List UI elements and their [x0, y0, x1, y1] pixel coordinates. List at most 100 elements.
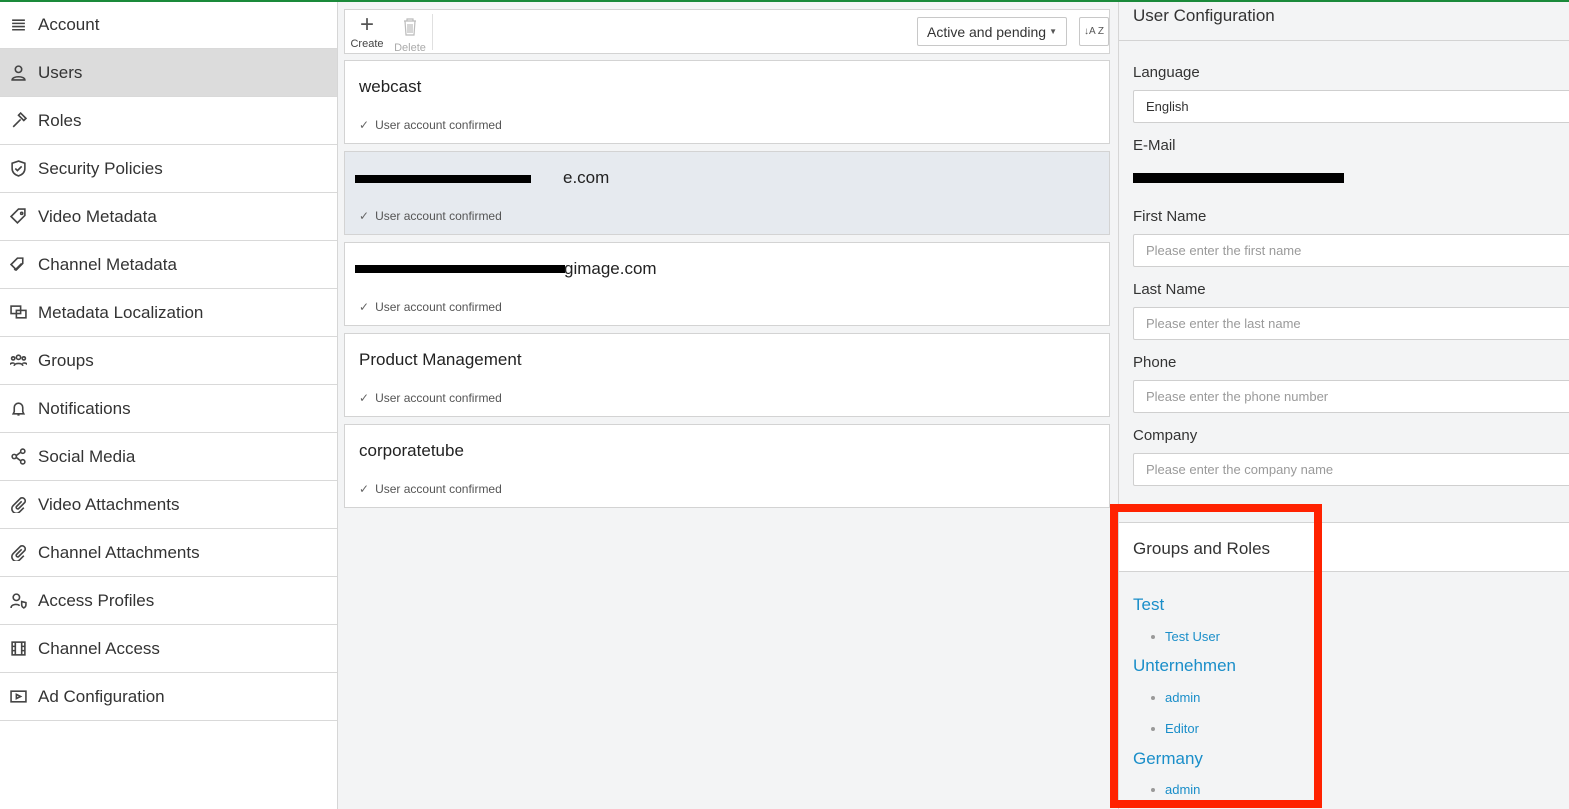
sidebar-item-label: Video Metadata	[38, 206, 157, 226]
email-redacted-value	[1133, 173, 1344, 183]
user-name: Product Management	[359, 350, 522, 369]
role-label: admin	[1165, 690, 1201, 705]
sidebar-item-social-media[interactable]: Social Media	[0, 433, 337, 481]
language-select[interactable]: English	[1133, 90, 1569, 123]
chat-icon	[8, 303, 28, 323]
sidebar-item-label: Channel Metadata	[38, 254, 177, 274]
user-name: e.com	[563, 168, 610, 187]
sidebar-item-roles[interactable]: Roles	[0, 97, 337, 145]
sidebar-item-label: Account	[38, 15, 100, 34]
sort-button[interactable]: ↓A Z	[1079, 17, 1109, 46]
last-name-label: Last Name	[1133, 281, 1206, 298]
group-link-germany[interactable]: Germany	[1133, 749, 1203, 769]
sidebar: Account Users Roles Security Policies Vi…	[0, 2, 338, 809]
phone-label: Phone	[1133, 354, 1177, 371]
divider	[1119, 40, 1569, 41]
user-status: ✓ User account confirmed	[359, 209, 502, 223]
sidebar-item-metadata-localization[interactable]: Metadata Localization	[0, 289, 337, 337]
language-value: English	[1146, 99, 1189, 114]
role-label: admin	[1165, 782, 1201, 797]
redaction-bar	[355, 265, 565, 273]
sidebar-item-security-policies[interactable]: Security Policies	[0, 145, 337, 193]
user-shield-icon	[8, 591, 28, 611]
sidebar-item-label: Channel Access	[38, 638, 160, 658]
bullet-icon	[1151, 787, 1155, 792]
check-icon: ✓	[359, 118, 370, 132]
user-status: ✓ User account confirmed	[359, 300, 502, 314]
role-link[interactable]: admin	[1151, 690, 1200, 705]
trash-icon	[402, 12, 418, 42]
bullet-icon	[1151, 634, 1155, 639]
sidebar-item-groups[interactable]: Groups	[0, 337, 337, 385]
sidebar-item-channel-metadata[interactable]: Channel Metadata	[0, 241, 337, 289]
sidebar-item-label: Groups	[38, 350, 94, 370]
sidebar-item-channel-attachments[interactable]: Channel Attachments	[0, 529, 337, 577]
hammer-icon	[8, 111, 28, 131]
sidebar-item-label: Access Profiles	[38, 590, 155, 610]
user-card[interactable]: e.com ✓ User account confirmed	[344, 151, 1110, 235]
plus-icon: +	[359, 11, 374, 38]
user-status-text: User account confirmed	[375, 209, 502, 223]
sidebar-item-notifications[interactable]: Notifications	[0, 385, 337, 433]
sidebar-item-channel-access[interactable]: Channel Access	[0, 625, 337, 673]
caret-down-icon: ▼	[1049, 27, 1057, 36]
bell-icon	[8, 399, 28, 419]
sidebar-item-video-attachments[interactable]: Video Attachments	[0, 481, 337, 529]
user-configuration-panel: User Configuration Language English E-Ma…	[1118, 2, 1569, 809]
check-icon: ✓	[359, 300, 370, 314]
first-name-field[interactable]	[1133, 234, 1569, 267]
user-status: ✓ User account confirmed	[359, 118, 502, 132]
group-link-unternehmen[interactable]: Unternehmen	[1133, 656, 1236, 676]
user-status-text: User account confirmed	[375, 118, 502, 132]
tags-icon	[8, 255, 28, 275]
sidebar-item-account[interactable]: Account	[0, 2, 337, 49]
bullet-icon	[1151, 726, 1155, 731]
share-icon	[8, 447, 28, 467]
sidebar-item-users[interactable]: Users	[0, 49, 337, 97]
redaction-bar	[355, 175, 531, 183]
create-button[interactable]: + Create	[345, 12, 389, 52]
tv-icon	[8, 687, 28, 707]
sidebar-item-label: Users	[38, 62, 83, 82]
list-icon	[8, 15, 28, 35]
group-link-test[interactable]: Test	[1133, 595, 1164, 615]
phone-field[interactable]	[1133, 380, 1569, 413]
user-list-panel: + Create Delete Active and pending ▼ ↓A …	[338, 2, 1118, 809]
user-card[interactable]: gimage.com ✓ User account confirmed	[344, 242, 1110, 326]
role-label: Test User	[1165, 629, 1220, 644]
sidebar-item-access-profiles[interactable]: Access Profiles	[0, 577, 337, 625]
last-name-field[interactable]	[1133, 307, 1569, 340]
bullet-icon	[1151, 695, 1155, 700]
user-card[interactable]: webcast ✓ User account confirmed	[344, 60, 1110, 144]
sidebar-item-label: Channel Attachments	[38, 542, 200, 562]
sidebar-item-ad-configuration[interactable]: Ad Configuration	[0, 673, 337, 721]
paperclip-icon	[8, 543, 28, 563]
film-icon	[8, 639, 28, 659]
delete-button[interactable]: Delete	[388, 12, 432, 54]
sidebar-item-label: Roles	[38, 110, 82, 130]
delete-label: Delete	[394, 42, 426, 54]
user-card[interactable]: Product Management ✓ User account confir…	[344, 333, 1110, 417]
paperclip-icon	[8, 495, 28, 515]
sidebar-item-video-metadata[interactable]: Video Metadata	[0, 193, 337, 241]
sort-icon: ↓A Z	[1083, 26, 1104, 37]
groups-roles-header: Groups and Roles	[1119, 522, 1569, 572]
sidebar-item-label: Notifications	[38, 398, 131, 418]
check-icon: ✓	[359, 209, 370, 223]
role-label: Editor	[1165, 721, 1199, 736]
user-status-text: User account confirmed	[375, 482, 502, 496]
status-filter-dropdown[interactable]: Active and pending ▼	[917, 17, 1067, 46]
company-field[interactable]	[1133, 453, 1569, 486]
role-link[interactable]: Test User	[1151, 629, 1220, 644]
users-icon	[8, 351, 28, 371]
role-link[interactable]: Editor	[1151, 721, 1199, 736]
sidebar-item-label: Social Media	[38, 446, 136, 466]
user-card[interactable]: corporatetube ✓ User account confirmed	[344, 424, 1110, 508]
role-link[interactable]: admin	[1151, 782, 1200, 797]
user-status-text: User account confirmed	[375, 300, 502, 314]
email-label: E-Mail	[1133, 137, 1176, 154]
check-icon: ✓	[359, 482, 370, 496]
sidebar-item-label: Video Attachments	[38, 494, 180, 514]
user-name: webcast	[359, 77, 422, 96]
user-icon	[8, 63, 28, 83]
